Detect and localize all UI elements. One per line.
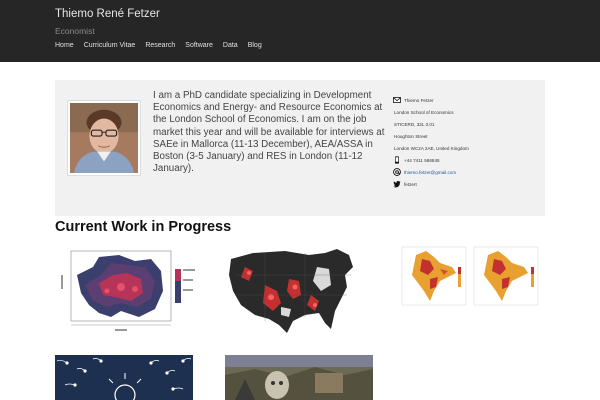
site-subtitle: Economist <box>55 26 95 36</box>
contact-name: Thiemo Fetzer <box>404 97 434 103</box>
section-title: Current Work in Progress <box>55 219 232 235</box>
contact-institution: London School of Economics <box>394 109 454 115</box>
contact-office-row: STICERD, 32L 3.01 <box>393 118 543 130</box>
twitter-bird-icon <box>393 180 401 188</box>
nav-link-software[interactable]: Software <box>185 42 213 49</box>
nav-link-curriculum-vitae[interactable]: Curriculum Vitae <box>84 42 136 49</box>
nav-link-home[interactable]: Home <box>55 42 74 49</box>
intro-panel: I am a PhD candidate specializing in Dev… <box>55 80 545 216</box>
main-nav: Home Curriculum Vitae Research Software … <box>55 42 272 49</box>
contact-block: Thiemo Fetzer London School of Economics… <box>393 94 543 190</box>
top-navbar: Thiemo René Fetzer Economist Home Curric… <box>0 0 600 62</box>
contact-city: London WC2A 2AE, United Kingdom <box>394 145 469 151</box>
nav-link-research[interactable]: Research <box>145 42 175 49</box>
contact-phone[interactable]: +44 7411 586845 <box>404 158 440 163</box>
nav-link-blog[interactable]: Blog <box>248 42 262 49</box>
contact-twitter[interactable]: fetzert <box>404 182 417 187</box>
research-thumbnail-heatmap[interactable] <box>55 245 200 337</box>
contact-institution-row: London School of Economics <box>393 106 543 118</box>
nav-link-data[interactable]: Data <box>223 42 238 49</box>
research-thumbnail-lightbulb[interactable] <box>55 355 193 400</box>
research-thumbnail-india-maps[interactable] <box>400 245 545 307</box>
mobile-phone-icon <box>395 156 399 164</box>
lightbulb-illustration <box>55 355 193 400</box>
collage-image <box>225 355 373 400</box>
heatmap-figure <box>61 250 195 331</box>
contact-street-row: Houghton Street <box>393 130 543 142</box>
research-thumbnail-us-map[interactable] <box>225 245 360 337</box>
contact-office: STICERD, 32L 3.01 <box>394 121 435 127</box>
contact-email-link[interactable]: thiemo.fetzer@gmail.com <box>404 170 456 175</box>
contact-street: Houghton Street <box>394 133 428 139</box>
research-thumbnail-collage[interactable] <box>225 355 373 400</box>
at-sign-icon <box>393 168 401 176</box>
contact-phone-row: +44 7411 586845 <box>393 154 543 166</box>
envelope-icon <box>393 97 401 103</box>
contact-city-row: London WC2A 2AE, United Kingdom <box>393 142 543 154</box>
contact-name-row: Thiemo Fetzer <box>393 94 543 106</box>
india-maps-figure <box>401 246 539 306</box>
contact-twitter-row: fetzert <box>393 178 543 190</box>
site-title[interactable]: Thiemo René Fetzer <box>55 8 160 20</box>
contact-email-row: thiemo.fetzer@gmail.com <box>393 166 543 178</box>
profile-photo <box>70 103 138 173</box>
bio-text: I am a PhD candidate specializing in Dev… <box>153 90 385 175</box>
profile-photo-frame <box>67 100 141 176</box>
us-map-figure <box>229 249 353 333</box>
